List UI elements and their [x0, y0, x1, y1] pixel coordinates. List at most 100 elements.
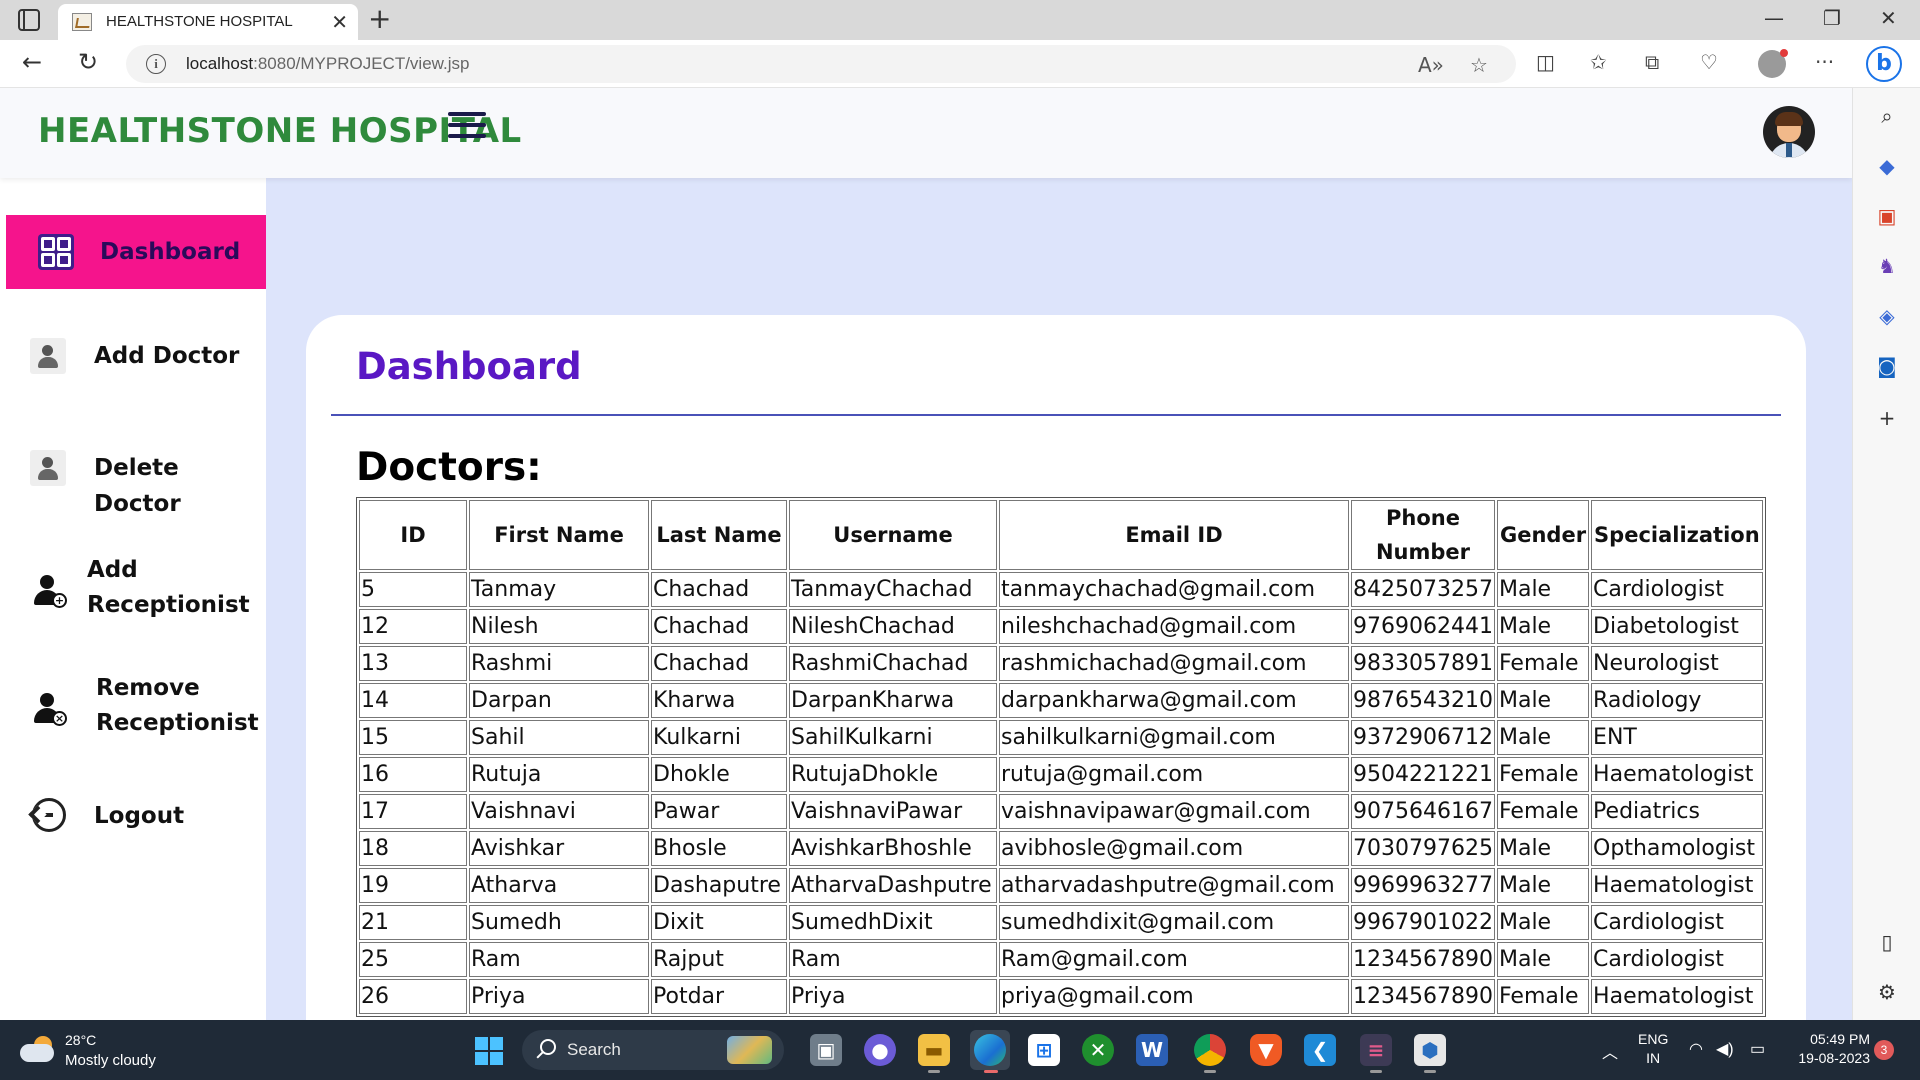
favorite-star-icon[interactable]: ☆: [1470, 53, 1488, 77]
table-cell: tanmaychachad@gmail.com: [999, 572, 1349, 607]
menu-toggle-icon[interactable]: [448, 112, 486, 142]
tab-actions-icon[interactable]: [18, 9, 40, 31]
table-cell: NileshChachad: [789, 609, 997, 644]
notification-count-badge[interactable]: 3: [1874, 1040, 1894, 1060]
outlook-icon[interactable]: ◙: [1875, 354, 1899, 378]
read-aloud-icon[interactable]: A»: [1418, 53, 1444, 77]
back-icon[interactable]: ←: [22, 48, 42, 76]
table-cell: 12: [359, 609, 467, 644]
minimize-icon[interactable]: —: [1764, 6, 1784, 30]
refresh-icon[interactable]: ↻: [78, 48, 98, 76]
site-header: HEALTHSTONE HOSPITAL: [0, 88, 1852, 178]
weather-description[interactable]: Mostly cloudy: [65, 1052, 156, 1069]
dashboard-icon: [38, 234, 74, 270]
restore-icon[interactable]: ❐: [1823, 6, 1841, 30]
hide-sidebar-icon[interactable]: ▯: [1875, 930, 1899, 954]
language-indicator[interactable]: ENG IN: [1638, 1030, 1668, 1068]
sidebar-item-label: Dashboard: [100, 239, 241, 265]
split-screen-icon[interactable]: ◫: [1536, 50, 1555, 74]
browser-essentials-icon[interactable]: ♡: [1700, 50, 1718, 74]
table-cell: Priya: [789, 979, 997, 1014]
user-avatar[interactable]: [1763, 106, 1815, 158]
table-cell: Avishkar: [469, 831, 649, 866]
taskbar-search-input[interactable]: Search: [522, 1030, 784, 1070]
table-cell: Male: [1496, 831, 1590, 866]
search-label: Search: [567, 1040, 621, 1059]
chrome-icon[interactable]: [1194, 1034, 1226, 1073]
table-cell: rashmichachad@gmail.com: [999, 646, 1349, 681]
sidebar-item-label: Logout: [94, 803, 185, 829]
table-cell: avibhosle@gmail.com: [999, 831, 1349, 866]
table-cell: 18: [359, 831, 467, 866]
browser-tab[interactable]: HEALTHSTONE HOSPITAL ✕: [58, 4, 358, 40]
table-row: 18 Avishkar Bhosle AvishkarBhoshle avibhosle…: [359, 831, 1763, 866]
window-close-icon[interactable]: ✕: [1880, 6, 1897, 30]
table-cell: AtharvaDashputre: [789, 868, 997, 903]
more-options-icon[interactable]: ···: [1815, 50, 1834, 74]
profile-avatar-icon[interactable]: [1758, 49, 1788, 78]
microsoft-store-icon[interactable]: ⊞: [1028, 1034, 1060, 1066]
table-cell: 16: [359, 757, 467, 792]
favorites-icon[interactable]: ✩: [1590, 50, 1607, 74]
site-favicon-icon: [72, 13, 92, 31]
table-row: 15 Sahil Kulkarni SahilKulkarni sahilkulkarn…: [359, 720, 1763, 755]
teams-chat-icon[interactable]: ●: [864, 1034, 896, 1066]
new-tab-icon[interactable]: +: [368, 2, 391, 35]
table-cell: 25: [359, 942, 467, 977]
sidebar-settings-gear-icon[interactable]: ⚙: [1875, 980, 1899, 1004]
search-icon[interactable]: ⌕: [1875, 104, 1899, 128]
games-icon[interactable]: ♞: [1875, 254, 1899, 278]
vscode-icon[interactable]: ❮: [1304, 1034, 1336, 1066]
sidebar-item-dashboard[interactable]: Dashboard: [6, 215, 266, 289]
system-clock[interactable]: 05:49 PM 19-08-2023: [1790, 1030, 1870, 1068]
collections-icon[interactable]: ⧉: [1645, 50, 1659, 74]
table-cell: Male: [1496, 683, 1590, 718]
virtualbox-icon[interactable]: ⬢: [1414, 1034, 1446, 1073]
sidebar-nav: Dashboard Add Doctor Delete Doctor + Add…: [0, 178, 266, 1020]
table-cell: 9075646167: [1351, 794, 1495, 829]
table-cell: 14: [359, 683, 467, 718]
site-info-icon[interactable]: i: [146, 54, 166, 74]
task-view-icon[interactable]: ▣: [810, 1034, 842, 1066]
table-cell: Neurologist: [1591, 646, 1763, 681]
show-hidden-icons-icon[interactable]: ︿: [1602, 1039, 1618, 1063]
volume-icon[interactable]: ◀): [1716, 1039, 1734, 1059]
column-header: First Name: [469, 500, 649, 570]
sidebar-item-label: Receptionist: [87, 592, 250, 618]
add-sidebar-app-icon[interactable]: +: [1875, 406, 1899, 430]
url-input[interactable]: i localhost:8080/MYPROJECT/view.jsp A» ☆: [126, 45, 1516, 83]
file-explorer-icon[interactable]: ▬: [918, 1034, 950, 1073]
windows-start-icon[interactable]: [475, 1037, 503, 1065]
table-row: 26 Priya Potdar Priya priya@gmail.com 1234567…: [359, 979, 1763, 1014]
microsoft-365-icon[interactable]: ◈: [1875, 304, 1899, 328]
table-cell: 19: [359, 868, 467, 903]
table-cell: 1234567890: [1351, 942, 1495, 977]
table-cell: Male: [1496, 868, 1590, 903]
brave-icon[interactable]: ▼: [1250, 1034, 1282, 1066]
table-header-row: ID First Name Last Name Username Email I…: [359, 500, 1763, 570]
winrar-icon[interactable]: ≡: [1360, 1034, 1392, 1073]
weather-temperature[interactable]: 28°C: [65, 1032, 96, 1048]
copilot-icon[interactable]: b: [1866, 46, 1902, 82]
edge-browser-icon[interactable]: [970, 1030, 1010, 1073]
table-cell: Ram: [469, 942, 649, 977]
sidebar-item-add-doctor[interactable]: Add Doctor: [6, 326, 266, 386]
xbox-icon[interactable]: ✕: [1082, 1034, 1114, 1066]
sidebar-item-logout[interactable]: Logout: [6, 786, 266, 846]
word-icon[interactable]: W: [1136, 1034, 1168, 1066]
table-cell: Dixit: [651, 905, 787, 940]
column-header: ID: [359, 500, 467, 570]
shopping-tag-icon[interactable]: ◆: [1875, 154, 1899, 178]
sidebar-item-remove-receptionist[interactable]: × Remove Receptionist: [6, 668, 266, 748]
wifi-icon[interactable]: ◠: [1689, 1039, 1703, 1059]
tools-icon[interactable]: ▣: [1875, 204, 1899, 228]
table-cell: Priya: [469, 979, 649, 1014]
battery-icon[interactable]: ▭: [1750, 1039, 1765, 1059]
sidebar-item-label: Add Doctor: [94, 343, 240, 369]
weather-cloudy-icon[interactable]: [20, 1036, 56, 1062]
table-cell: Pawar: [651, 794, 787, 829]
table-cell: Ram: [789, 942, 997, 977]
sidebar-item-delete-doctor[interactable]: Delete Doctor: [6, 438, 266, 517]
sidebar-item-add-receptionist[interactable]: + Add Receptionist: [6, 550, 266, 630]
tab-close-icon[interactable]: ✕: [331, 10, 348, 34]
